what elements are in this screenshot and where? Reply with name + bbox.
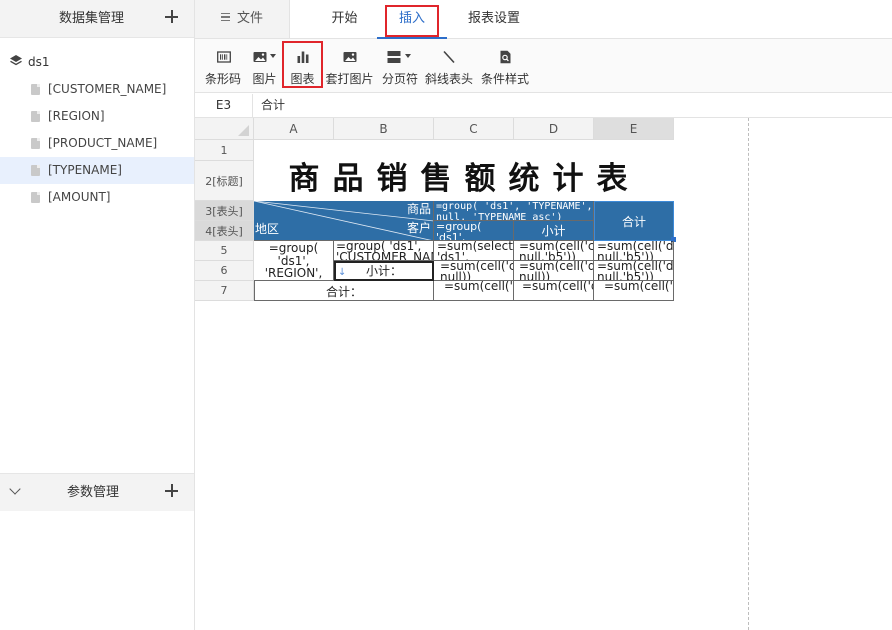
cell-d6[interactable]: =sum(cell('d5', null)) [514,261,594,281]
column-header-c[interactable]: C [434,118,514,140]
header-subtotal-cell[interactable]: 小计 [514,221,594,241]
page-break-button[interactable]: 分页符 [380,39,420,93]
formula-bar: E3 合计 [195,94,892,118]
field-label: [AMOUNT] [48,190,111,204]
layers-icon [10,55,22,66]
add-dataset-icon[interactable] [165,10,178,23]
cell-d5[interactable]: =sum(cell('c5', null,'b5')) [514,241,594,261]
row-header-7[interactable]: 7 [195,281,254,301]
param-panel-header[interactable]: 参数管理 [0,473,194,511]
diagonal-header-icon [443,50,455,64]
page-boundary-line [748,118,749,630]
field-label: [CUSTOMER_NAME] [48,82,167,96]
barcode-icon [217,51,231,63]
insert-toolbar: 条形码 图片 图表 套打图片 分页符 斜线表头 条件样式 [195,39,892,93]
column-header-d[interactable]: D [514,118,594,140]
field-item[interactable]: [AMOUNT] [0,184,194,211]
tab-file-label: 文件 [236,11,263,26]
barcode-button[interactable]: 条形码 [203,39,243,93]
dataset-panel-header: 数据集管理 [0,0,194,38]
header-product-cell[interactable]: =group( 'ds1', 'PRODUCT_NAME') [434,221,514,241]
field-label: [REGION] [48,109,105,123]
document-icon [31,138,40,149]
left-panel: 数据集管理 ds1 [CUSTOMER_NAME] [REGION] [PRODUC… [0,0,195,630]
report-title[interactable]: 商品销售额统计表 [255,158,674,200]
cell-e5[interactable]: =sum(cell('d5', null,'b5')) [594,241,674,261]
param-panel-title: 参数管理 [67,485,120,500]
field-item[interactable]: [CUSTOMER_NAME] [0,76,194,103]
chevron-down-icon[interactable] [9,483,21,495]
row-header-3[interactable]: 3[表头] [195,201,254,221]
row-header-4[interactable]: 4[表头] [195,221,254,241]
page-break-label: 分页符 [381,72,418,86]
document-icon [31,192,40,203]
select-all-corner[interactable] [195,118,254,140]
image-dropdown-icon [270,54,276,58]
condition-style-icon [500,50,511,64]
header-total-cell[interactable]: 合计 [594,201,674,241]
condition-style-button[interactable]: 条件样式 [480,39,530,93]
menu-icon [220,13,230,21]
add-param-icon[interactable] [165,484,178,497]
document-icon [31,84,40,95]
diagonal-header-button[interactable]: 斜线表头 [424,39,474,93]
column-header-e[interactable]: E [594,118,674,140]
column-header-b[interactable]: B [334,118,434,140]
cell-reference[interactable]: E3 [195,94,253,117]
cell-a7-total[interactable]: 合计： [254,281,434,301]
diagonal-header-label: 斜线表头 [424,72,473,86]
cell-d7[interactable]: =sum(cell('d6')) [514,281,594,301]
field-item[interactable]: [REGION] [0,103,194,130]
chart-button-highlight [282,41,323,88]
cell-c5[interactable]: =sum(select( 'ds1', 'AMOUNT')) [434,241,514,261]
cell-b6[interactable]: ↓ 小计： [334,261,434,281]
expand-arrow-icon: ↓ [338,267,347,278]
row-header-1[interactable]: 1 [195,140,254,161]
cell-c7[interactable]: =sum(cell('c6')) [434,281,514,301]
cell-b6-label: 小计： [365,264,402,278]
field-item[interactable]: [PRODUCT_NAME] [0,130,194,157]
diag-customer-label: 客户 [406,221,431,235]
header-typename-cell[interactable]: =group( 'ds1', 'TYPENAME', null, 'TYPENA… [434,201,594,221]
row-header-6[interactable]: 6 [195,261,254,281]
condition-style-label: 条件样式 [480,72,529,86]
row-header-5[interactable]: 5 [195,241,254,261]
cell-e7[interactable]: =sum(cell('e6')) [594,281,674,301]
diag-product-label: 商品 [406,202,431,216]
cell-b5[interactable]: =group( 'ds1', 'CUSTOMER_NAME') [334,241,434,261]
page-break-icon [387,51,401,63]
cell-a5[interactable]: =group( 'ds1', 'REGION', null, 'REGION a… [254,241,334,281]
cell-e6[interactable]: =sum(cell('d5', null,'b5')) [594,261,674,281]
cell-c6[interactable]: =sum(cell('c5', null)) [434,261,514,281]
dataset-node[interactable]: ds1 [9,53,50,71]
barcode-label: 条形码 [204,72,241,86]
tab-start[interactable]: 开始 [317,0,372,38]
document-icon [31,165,40,176]
field-item[interactable]: [TYPENAME] [0,157,194,184]
document-icon [31,111,40,122]
overlay-image-label: 套打图片 [325,72,374,86]
diagonal-header-cell[interactable]: 地区 商品 客户 [254,201,434,241]
tab-insert-highlight [385,5,439,37]
field-label: [PRODUCT_NAME] [48,136,158,150]
field-label: [TYPENAME] [48,163,122,177]
spreadsheet-grid[interactable]: A B C D E 1 2[标题] 3[表头] 4[表头] 5 6 7 商品销售… [195,118,892,630]
dataset-panel-title: 数据集管理 [59,11,125,26]
overlay-image-button[interactable]: 套打图片 [325,39,374,93]
image-icon [253,52,267,62]
diag-region-label: 地区 [255,222,280,236]
formula-input[interactable]: 合计 [261,94,285,117]
ribbon-tabs: 文件 开始 插入 报表设置 [195,0,892,39]
overlay-image-icon [343,52,357,62]
image-label: 图片 [252,72,277,86]
image-button[interactable]: 图片 [250,39,279,93]
tab-file[interactable]: 文件 [195,0,290,38]
column-header-a[interactable]: A [254,118,334,140]
page-break-dropdown-icon [405,54,411,58]
tab-report-settings[interactable]: 报表设置 [457,0,531,38]
row-header-2[interactable]: 2[标题] [195,161,254,201]
dataset-name: ds1 [28,55,50,69]
